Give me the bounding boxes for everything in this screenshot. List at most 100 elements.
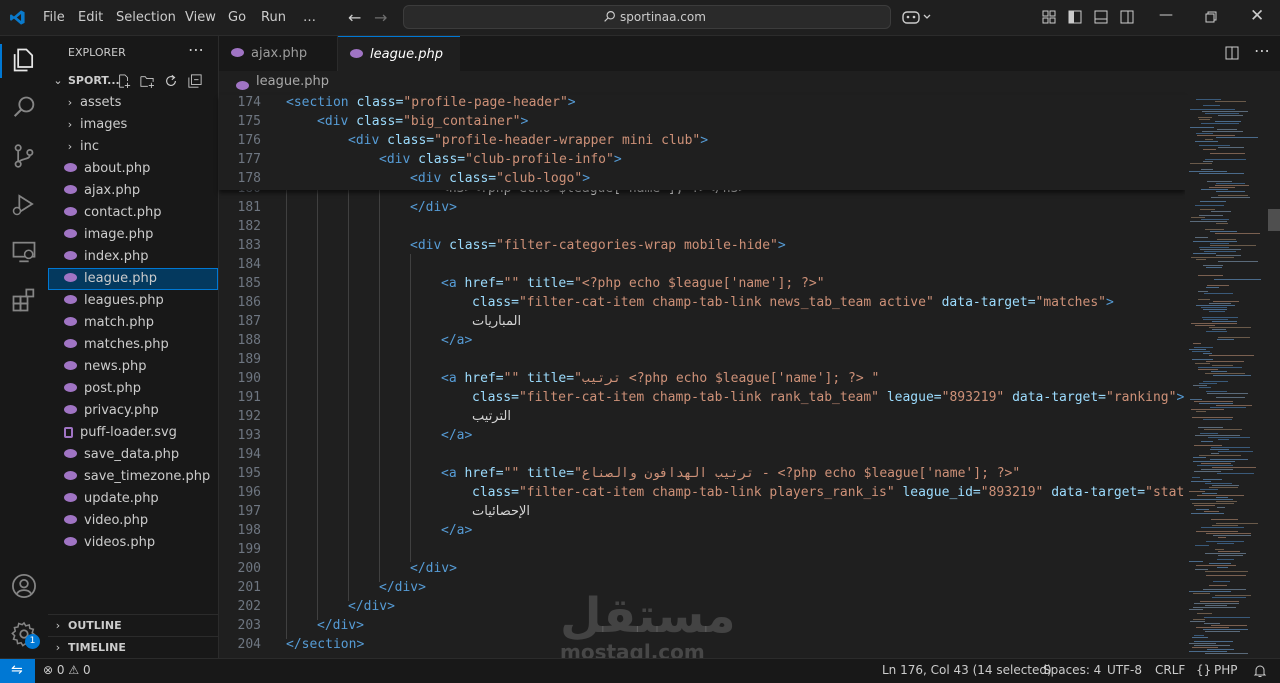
line-number: 176	[237, 133, 261, 148]
minimize-icon[interactable]: —	[1159, 7, 1173, 23]
minimap-line	[1209, 585, 1227, 586]
toggle-primary-sidebar-icon[interactable]	[1068, 10, 1082, 24]
remote-indicator-button[interactable]: ⇋	[0, 659, 35, 683]
problems-indicator[interactable]: ⊗ 0 ⚠ 0	[43, 659, 91, 682]
file-item[interactable]: ajax.php	[48, 180, 218, 202]
indentation[interactable]: Spaces: 4	[1043, 659, 1101, 682]
timeline-section[interactable]: › TIMELINE	[48, 637, 218, 659]
menu-edit[interactable]: Edit	[78, 0, 103, 35]
file-item[interactable]: update.php	[48, 488, 218, 510]
file-item[interactable]: about.php	[48, 158, 218, 180]
run-debug-icon[interactable]	[10, 190, 38, 218]
file-item[interactable]: match.php	[48, 312, 218, 334]
extensions-icon[interactable]	[10, 286, 38, 314]
minimap[interactable]	[1185, 95, 1280, 658]
new-file-icon[interactable]	[117, 74, 131, 88]
toggle-panel-icon[interactable]	[1094, 10, 1108, 24]
refresh-icon[interactable]	[164, 74, 178, 88]
minimap-line	[1189, 171, 1227, 172]
explorer-files-icon[interactable]	[10, 46, 38, 74]
restore-icon[interactable]	[1205, 11, 1217, 23]
code-token: href=	[464, 276, 504, 291]
file-item[interactable]: save_timezone.php	[48, 466, 218, 488]
file-item[interactable]: matches.php	[48, 334, 218, 356]
explorer-more-icon[interactable]: ⋯	[188, 40, 204, 59]
toggle-secondary-sidebar-icon[interactable]	[1120, 10, 1134, 24]
split-editor-icon[interactable]	[1225, 46, 1239, 60]
file-item-selected[interactable]: league.php	[48, 268, 218, 290]
minimap-line	[1207, 649, 1234, 650]
file-item[interactable]: puff-loader.svg	[48, 422, 218, 444]
collapse-all-icon[interactable]	[188, 74, 202, 88]
minimap-line	[1218, 195, 1248, 196]
php-file-icon	[64, 515, 77, 524]
new-folder-icon[interactable]	[140, 74, 154, 88]
customize-layout-icon[interactable]	[1042, 10, 1056, 24]
menu-file[interactable]: File	[43, 0, 65, 35]
cursor-position[interactable]: Ln 176, Col 43 (14 selected)	[882, 659, 1052, 682]
minimap-line	[1197, 495, 1244, 496]
language-mode[interactable]: PHP	[1214, 659, 1238, 682]
tab-ajax[interactable]: ajax.php	[219, 36, 338, 71]
file-item[interactable]: contact.php	[48, 202, 218, 224]
back-arrow-icon[interactable]: ←	[348, 8, 361, 27]
copilot-icon[interactable]	[902, 10, 934, 24]
file-item[interactable]: post.php	[48, 378, 218, 400]
warning-icon: ⚠	[68, 663, 80, 677]
code-line: <a href="" title="ترتيب <?php echo $leag…	[441, 371, 879, 386]
menu-go[interactable]: Go	[228, 0, 246, 35]
folder-inc[interactable]: › inc	[48, 136, 218, 158]
file-item[interactable]: videos.php	[48, 532, 218, 554]
minimap-line	[1218, 551, 1240, 552]
breadcrumb[interactable]: league.php	[256, 74, 329, 89]
file-item[interactable]: news.php	[48, 356, 218, 378]
file-item[interactable]: leagues.php	[48, 290, 218, 312]
close-window-icon[interactable]: ✕	[1250, 6, 1264, 26]
minimap-line	[1193, 343, 1201, 344]
minimap-line	[1199, 145, 1230, 146]
tab-league[interactable]: league.php ✕	[338, 36, 460, 97]
sticky-scroll-header[interactable]: 174 <section class="profile-page-header"…	[219, 95, 1185, 190]
minimap-line	[1205, 373, 1245, 374]
minimap-line	[1200, 601, 1239, 602]
minimap-line	[1195, 363, 1210, 364]
forward-arrow-icon[interactable]: →	[374, 8, 387, 27]
minimap-line	[1201, 189, 1228, 190]
code-token: title=	[527, 276, 575, 291]
file-item[interactable]: image.php	[48, 224, 218, 246]
minimap-line	[1209, 303, 1231, 304]
minimap-line	[1216, 497, 1228, 498]
source-control-icon[interactable]	[10, 142, 38, 170]
search-sidebar-icon[interactable]	[10, 94, 38, 122]
editor-more-icon[interactable]: ⋯	[1254, 41, 1270, 60]
notifications-bell-icon[interactable]	[1253, 664, 1267, 678]
minimap-line	[1206, 541, 1244, 542]
scrollbar-thumb[interactable]	[1268, 209, 1280, 231]
file-item[interactable]: index.php	[48, 246, 218, 268]
folder-images[interactable]: › images	[48, 114, 218, 136]
minimap-line	[1203, 149, 1216, 150]
minimap-line	[1209, 311, 1225, 312]
minimap-line	[1217, 559, 1234, 560]
menu-view[interactable]: View	[185, 0, 216, 35]
minimap-line	[1204, 511, 1219, 512]
encoding[interactable]: UTF-8	[1107, 659, 1142, 682]
minimap-line	[1192, 351, 1210, 352]
code-editor[interactable]: league.php 180 <h3><?php echo $league['n…	[219, 71, 1280, 658]
outline-section[interactable]: › OUTLINE	[48, 615, 218, 637]
code-token: <a	[441, 276, 465, 291]
file-item[interactable]: video.php	[48, 510, 218, 532]
menu-run[interactable]: Run	[261, 0, 286, 35]
remote-explorer-icon[interactable]	[10, 238, 38, 266]
code-token: "filter-categories-wrap mobile-hide"	[496, 238, 778, 253]
file-item[interactable]: save_data.php	[48, 444, 218, 466]
accounts-icon[interactable]	[10, 572, 38, 600]
menu-more[interactable]: …	[303, 0, 316, 35]
minimap-line	[1210, 153, 1245, 154]
folder-assets[interactable]: › assets	[48, 92, 218, 114]
minimap-line	[1204, 617, 1250, 618]
file-item[interactable]: privacy.php	[48, 400, 218, 422]
end-of-line[interactable]: CRLF	[1155, 659, 1185, 682]
minimap-line	[1196, 531, 1238, 532]
menu-selection[interactable]: Selection	[116, 0, 176, 35]
